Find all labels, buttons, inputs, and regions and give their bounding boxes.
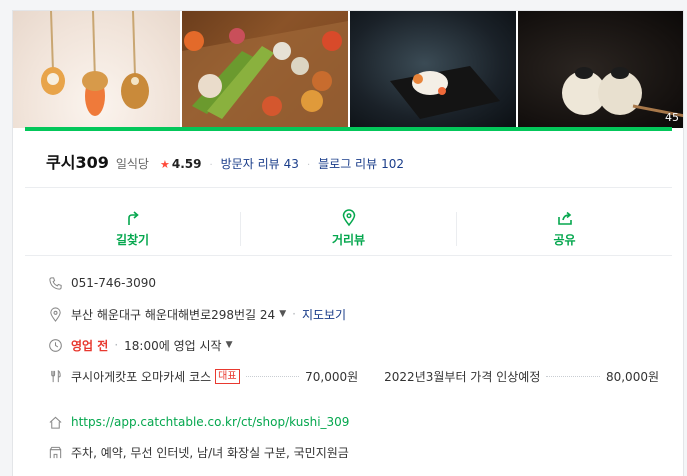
menu-item-2-name: 2022년3월부터 가격 인상예정 [384, 369, 541, 384]
clock-icon [47, 337, 63, 353]
amenities-row: 주차, 예약, 무선 인터넷, 남/녀 화장실 구분, 국민지원금 [47, 442, 349, 462]
location-pin-icon [47, 306, 63, 322]
dotted-leader [245, 375, 300, 377]
share-button[interactable]: 공유 [457, 201, 672, 256]
phone-number[interactable]: 051-746-3090 [71, 276, 156, 290]
representative-badge: 대표 [215, 368, 240, 384]
place-category: 일식당 [115, 157, 149, 171]
rating-value: 4.59 [171, 157, 202, 171]
chevron-down-icon[interactable]: ▼ [226, 340, 233, 350]
blog-review-link[interactable]: 블로그 리뷰 102 [318, 155, 404, 172]
website-row: https://app.catchtable.co.kr/ct/shop/kus… [47, 412, 349, 432]
photo-strip: 45 [13, 11, 683, 128]
blog-review-count: 102 [381, 157, 405, 171]
photo-skewer-platter[interactable] [182, 11, 348, 128]
place-card: 45 쿠시309 일식당 ★ 4.59 · 방문자 리뷰 43 · 블로그 리뷰 1… [12, 10, 684, 476]
photo-kushi-skewers[interactable] [13, 11, 180, 128]
business-status: 영업 전 [71, 338, 109, 353]
directions-button[interactable]: 길찾기 [25, 201, 240, 256]
place-header: 쿠시309 일식당 ★ 4.59 · 방문자 리뷰 43 · 블로그 리뷰 102 [46, 149, 404, 172]
divider [25, 255, 672, 256]
phone-icon [47, 275, 63, 291]
share-icon [557, 211, 572, 225]
address-text: 부산 해운대구 해운대해변로298번길 24 [71, 307, 276, 322]
home-icon [47, 414, 63, 430]
building-icon [47, 444, 63, 460]
menu-item-price: 70,000원 [305, 369, 359, 384]
directions-label: 길찾기 [115, 233, 150, 247]
photo-dish-plate[interactable] [350, 11, 516, 128]
street-view-label: 거리뷰 [331, 233, 366, 247]
menu-item-name: 쿠시아게캇포 오마카세 코스 [71, 369, 212, 384]
photo-count: 45 [665, 111, 679, 124]
map-view-link[interactable]: 지도보기 [302, 306, 346, 323]
separator-dot: · [114, 338, 119, 352]
dotted-leader [546, 375, 600, 377]
divider [25, 187, 672, 188]
hours-row: 영업 전 · 18:00에 영업 시작 ▼ [47, 335, 232, 355]
utensils-icon [47, 368, 63, 384]
share-label: 공유 [553, 233, 576, 247]
chevron-down-icon[interactable]: ▼ [279, 309, 286, 319]
separator-dot: · [292, 307, 296, 321]
location-pin-icon [342, 209, 355, 227]
menu-row: 쿠시아게캇포 오마카세 코스 대표 70,000원 2022년3월부터 가격 인… [47, 366, 659, 386]
business-hours-detail[interactable]: 18:00에 영업 시작 [124, 337, 221, 354]
accent-bar [25, 127, 672, 131]
photo-caviar-balls[interactable]: 45 [518, 11, 683, 128]
menu-item-2-price: 80,000원 [605, 369, 659, 384]
street-view-button[interactable]: 거리뷰 [241, 201, 456, 256]
visitor-review-count: 43 [283, 157, 299, 171]
star-icon: ★ [159, 158, 170, 171]
separator-dot: · [209, 160, 213, 171]
amenities-text: 주차, 예약, 무선 인터넷, 남/녀 화장실 구분, 국민지원금 [71, 445, 349, 460]
address-row: 부산 해운대구 해운대해변로298번길 24 ▼ · 지도보기 [47, 304, 346, 324]
place-name: 쿠시309 [46, 153, 109, 172]
directions-icon [127, 211, 139, 225]
website-link[interactable]: https://app.catchtable.co.kr/ct/shop/kus… [71, 415, 349, 429]
blog-review-label: 블로그 리뷰 [318, 157, 378, 171]
visitor-review-label: 방문자 리뷰 [220, 157, 280, 171]
visitor-review-link[interactable]: 방문자 리뷰 43 [221, 155, 299, 172]
phone-row: 051-746-3090 [47, 273, 156, 293]
action-bar: 길찾기 거리뷰 공유 [25, 201, 672, 256]
separator-dot: · [306, 160, 311, 171]
